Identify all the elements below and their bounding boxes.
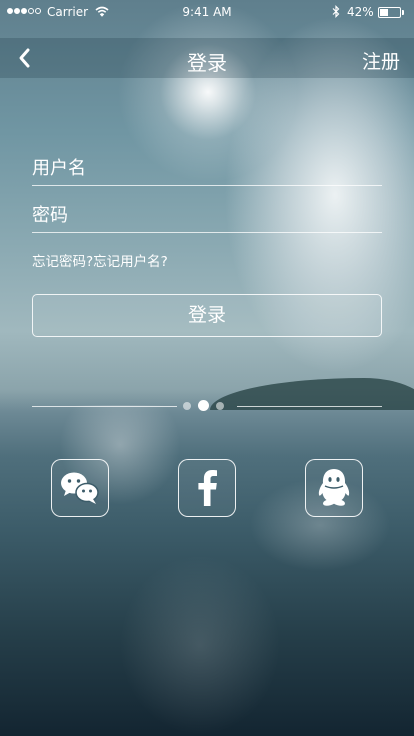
password-input[interactable] <box>32 200 382 230</box>
page-dot-active <box>198 400 209 411</box>
password-field <box>32 196 382 233</box>
back-button[interactable] <box>12 42 40 74</box>
page-dot <box>183 401 191 410</box>
forgot-username-link[interactable]: 忘记用户名? <box>93 254 168 270</box>
username-field <box>32 149 382 186</box>
battery-percent: 42% <box>347 5 374 19</box>
background-sea <box>0 405 414 736</box>
battery-icon <box>378 7 401 18</box>
wechat-login-button[interactable] <box>51 459 109 517</box>
qq-login-button[interactable] <box>305 459 363 517</box>
forgot-password-link[interactable]: 忘记密码? <box>32 254 93 270</box>
navigation-bar: 登录 注册 <box>0 38 414 78</box>
forgot-links: 忘记密码?忘记用户名? <box>32 250 168 270</box>
facebook-login-button[interactable] <box>178 459 236 517</box>
register-button[interactable]: 注册 <box>362 47 400 74</box>
qq-icon <box>318 469 350 506</box>
facebook-icon <box>198 470 217 506</box>
username-input[interactable] <box>32 153 382 183</box>
page-dot <box>216 401 224 410</box>
chevron-left-icon <box>19 48 30 68</box>
divider-right <box>237 406 382 407</box>
wechat-icon <box>61 472 99 504</box>
divider-left <box>32 406 177 407</box>
battery-fill <box>380 9 388 16</box>
status-bar: Carrier 9:41 AM 42% <box>0 0 414 26</box>
login-screen: Carrier 9:41 AM 42% 登录 注册 忘记密码?忘记用 <box>0 0 414 736</box>
battery-tip <box>402 10 404 15</box>
login-button[interactable]: 登录 <box>32 294 382 337</box>
bluetooth-icon <box>332 5 340 18</box>
page-indicator <box>183 400 224 411</box>
page-title: 登录 <box>187 51 227 75</box>
